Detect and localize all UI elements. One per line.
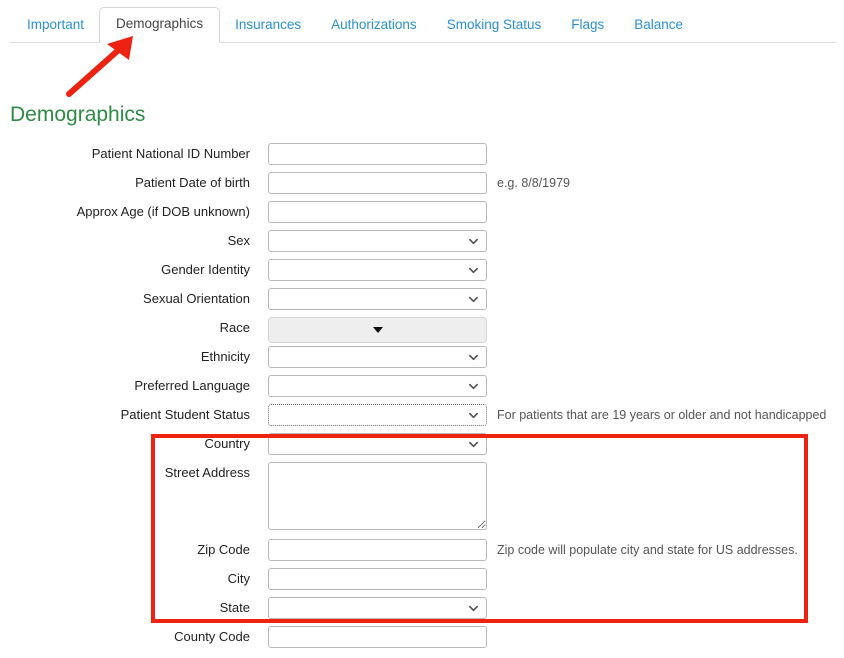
control-wrapper	[268, 172, 487, 194]
select-sexual-orientation[interactable]	[268, 288, 487, 310]
control-wrapper	[268, 317, 487, 343]
tab-smoking-status[interactable]: Smoking Status	[432, 9, 557, 43]
hint-patient-student-status: For patients that are 19 years or older …	[497, 408, 827, 422]
form-row: Country	[0, 433, 844, 462]
tab-important[interactable]: Important	[12, 9, 99, 43]
chevron-down-icon	[469, 383, 478, 390]
label-patient-student-status: Patient Student Status	[120, 407, 250, 422]
tab-authorizations[interactable]: Authorizations	[316, 9, 432, 43]
demographics-form: Patient National ID Number Patient Date o…	[0, 143, 844, 655]
tab-insurances[interactable]: Insurances	[220, 9, 316, 43]
chevron-down-icon	[469, 238, 478, 245]
input-patient-date-of-birth[interactable]	[268, 172, 487, 194]
label-preferred-language: Preferred Language	[134, 378, 250, 393]
label-gender-identity: Gender Identity	[161, 262, 250, 277]
control-wrapper	[268, 201, 487, 223]
triangle-down-icon	[372, 327, 383, 333]
input-approx-age-if-dob-unknown[interactable]	[268, 201, 487, 223]
control-wrapper	[268, 433, 487, 455]
label-race: Race	[219, 320, 250, 335]
label-sexual-orientation: Sexual Orientation	[143, 291, 250, 306]
control-wrapper	[268, 346, 487, 368]
tab-flags[interactable]: Flags	[556, 9, 619, 43]
control-wrapper	[268, 230, 487, 252]
label-approx-age-if-dob-unknown: Approx Age (if DOB unknown)	[76, 204, 250, 219]
input-county-code[interactable]	[268, 626, 487, 648]
form-row: Sex	[0, 230, 844, 259]
chevron-down-icon	[469, 354, 478, 361]
form-row: Approx Age (if DOB unknown)	[0, 201, 844, 230]
form-row: Race	[0, 317, 844, 346]
label-patient-date-of-birth: Patient Date of birth	[135, 175, 250, 190]
label-country: Country	[204, 436, 250, 451]
select-state[interactable]	[268, 597, 487, 619]
label-state: State	[219, 600, 250, 615]
label-sex: Sex	[227, 233, 250, 248]
form-row: Gender Identity	[0, 259, 844, 288]
label-patient-national-id-number: Patient National ID Number	[91, 146, 250, 161]
label-zip-code: Zip Code	[197, 542, 250, 557]
page-title: Demographics	[10, 103, 146, 126]
control-wrapper	[268, 288, 487, 310]
form-row: Patient Student Status For patients that …	[0, 404, 844, 433]
tab-demographics[interactable]: Demographics	[99, 7, 221, 43]
control-wrapper	[268, 259, 487, 281]
form-row: Sexual Orientation	[0, 288, 844, 317]
label-ethnicity: Ethnicity	[200, 349, 250, 364]
label-street-address: Street Address	[164, 465, 250, 480]
control-wrapper	[268, 626, 487, 648]
chevron-down-icon	[469, 296, 478, 303]
control-wrapper	[268, 143, 487, 165]
select-patient-student-status[interactable]	[268, 404, 487, 426]
form-row: Patient National ID Number	[0, 143, 844, 172]
chevron-down-icon	[469, 412, 478, 419]
form-row: Preferred Language	[0, 375, 844, 404]
form-row: Zip Code Zip code will populate city and …	[0, 539, 844, 568]
form-row: County Code	[0, 626, 844, 655]
select-preferred-language[interactable]	[268, 375, 487, 397]
chevron-down-icon	[469, 267, 478, 274]
label-county-code: County Code	[174, 629, 250, 644]
tab-bar: Important Demographics Insurances Authoriza…	[0, 0, 844, 43]
control-wrapper	[268, 375, 487, 397]
control-wrapper	[268, 568, 487, 590]
chevron-down-icon	[469, 441, 478, 448]
form-row: Street Address	[0, 462, 844, 539]
tab-list: Important Demographics Insurances Authoriza…	[12, 6, 698, 43]
select-gender-identity[interactable]	[268, 259, 487, 281]
control-wrapper	[268, 404, 487, 426]
hint-patient-date-of-birth: e.g. 8/8/1979	[497, 176, 570, 190]
label-city: City	[227, 571, 250, 586]
select-sex[interactable]	[268, 230, 487, 252]
control-wrapper	[268, 462, 487, 530]
dropdown-button-race[interactable]	[268, 317, 487, 343]
input-zip-code[interactable]	[268, 539, 487, 561]
form-row: City	[0, 568, 844, 597]
form-row: Ethnicity	[0, 346, 844, 375]
textarea-street-address[interactable]	[268, 462, 487, 530]
control-wrapper	[268, 597, 487, 619]
input-patient-national-id-number[interactable]	[268, 143, 487, 165]
select-country[interactable]	[268, 433, 487, 455]
chevron-down-icon	[469, 605, 478, 612]
form-row: Patient Date of birth e.g. 8/8/1979	[0, 172, 844, 201]
tab-balance[interactable]: Balance	[619, 9, 698, 43]
control-wrapper	[268, 539, 487, 561]
select-ethnicity[interactable]	[268, 346, 487, 368]
form-row: State	[0, 597, 844, 626]
input-city[interactable]	[268, 568, 487, 590]
hint-zip-code: Zip code will populate city and state fo…	[497, 543, 798, 557]
